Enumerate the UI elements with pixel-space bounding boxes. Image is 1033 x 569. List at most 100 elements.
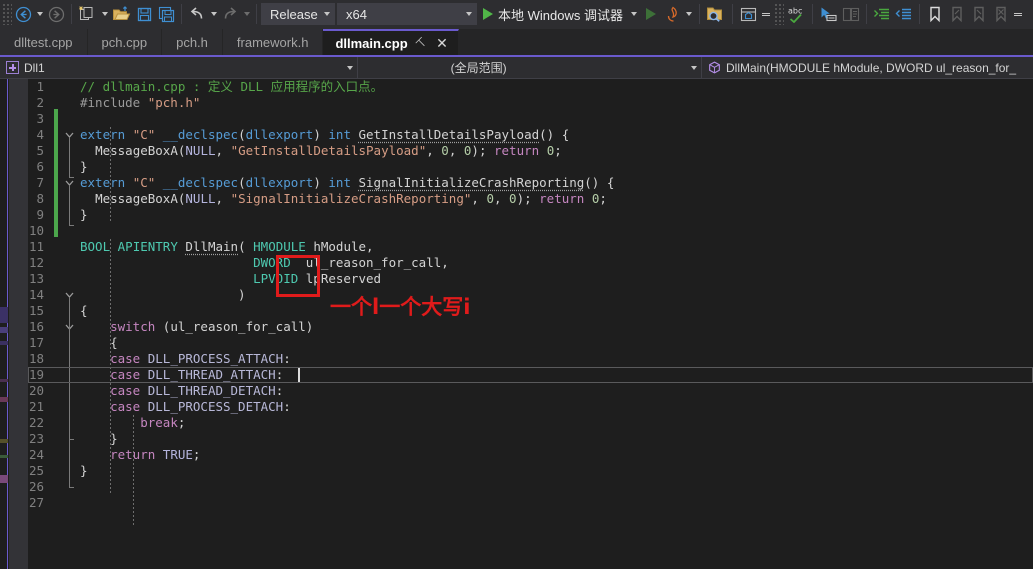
code-line[interactable]: 20 case DLL_THREAD_DETACH: xyxy=(28,383,1033,399)
back-arrow-icon xyxy=(15,6,31,22)
save-button[interactable] xyxy=(133,2,155,26)
previous-bookmark-button[interactable] xyxy=(946,2,968,26)
decrease-indent-button[interactable] xyxy=(893,2,915,26)
undo-button[interactable] xyxy=(186,2,208,26)
start-debugging-dropdown[interactable] xyxy=(629,2,640,26)
hot-reload-dropdown[interactable] xyxy=(684,2,695,26)
undo-dropdown[interactable] xyxy=(208,2,219,26)
code-line-text: extern "C" __declspec(dllexport) int Get… xyxy=(80,127,570,142)
code-line[interactable]: 18 case DLL_PROCESS_ATTACH: xyxy=(28,351,1033,367)
code-line[interactable]: 3 xyxy=(28,111,1033,127)
tab-dllmain-cpp[interactable]: dllmain.cpp ⊢ ✕ xyxy=(323,29,459,55)
code-line-text: MessageBoxA(NULL, "GetInstallDetailsPayl… xyxy=(95,143,562,158)
code-line[interactable]: 24 return TRUE; xyxy=(28,447,1033,463)
code-line[interactable]: 22 break; xyxy=(28,415,1033,431)
symbol-selector[interactable]: DllMain(HMODULE hModule, DWORD ul_reason… xyxy=(702,57,1033,78)
clear-bookmarks-button[interactable] xyxy=(990,2,1012,26)
main-toolbar: Release x64 本地 Windows 调试器 abc xyxy=(0,0,1033,29)
pointer-select-button[interactable] xyxy=(817,2,840,26)
hot-reload-button[interactable] xyxy=(662,2,684,26)
compare-files-icon xyxy=(842,7,860,21)
solution-configuration-combo[interactable]: Release xyxy=(261,3,335,25)
next-bookmark-button[interactable] xyxy=(968,2,990,26)
line-number: 3 xyxy=(36,111,44,126)
navigate-forward-button[interactable] xyxy=(45,2,67,26)
code-line-text: MessageBoxA(NULL, "SignalInitializeCrash… xyxy=(95,191,607,206)
code-line[interactable]: 16 switch (ul_reason_for_call) xyxy=(28,319,1033,335)
tab-label: pch.h xyxy=(176,34,208,50)
spell-check-button[interactable]: abc xyxy=(784,2,808,26)
code-editor[interactable]: 1 // dllmain.cpp : 定义 DLL 应用程序的入口点。 2 #incl… xyxy=(0,79,1033,569)
code-line[interactable]: 17 { xyxy=(28,335,1033,351)
redo-button[interactable] xyxy=(219,2,241,26)
code-line[interactable]: 25} xyxy=(28,463,1033,479)
code-line-text: extern "C" __declspec(dllexport) int Sig… xyxy=(80,175,615,190)
chevron-down-icon[interactable] xyxy=(685,65,697,70)
chevron-down-icon xyxy=(466,12,472,16)
tab-pch-h[interactable]: pch.h xyxy=(162,29,223,55)
line-number: 24 xyxy=(28,447,44,462)
toolbar-grip[interactable] xyxy=(773,3,784,25)
code-line[interactable]: 9} xyxy=(28,207,1033,223)
start-debugging-button[interactable]: 本地 Windows 调试器 xyxy=(479,2,629,26)
code-line[interactable]: 4 extern "C" __declspec(dllexport) int Ge… xyxy=(28,127,1033,143)
solution-explorer-search-button[interactable] xyxy=(704,2,728,26)
code-line[interactable]: 14 ) xyxy=(28,287,1033,303)
code-line-text: } xyxy=(80,159,88,174)
code-line-text: case DLL_THREAD_DETACH: xyxy=(110,383,284,398)
tab-dlltest-cpp[interactable]: dlltest.cpp xyxy=(0,29,88,55)
navigate-backward-button[interactable] xyxy=(12,2,34,26)
code-line[interactable]: 26 xyxy=(28,479,1033,495)
new-item-dropdown[interactable] xyxy=(99,2,110,26)
code-line[interactable]: 6} xyxy=(28,159,1033,175)
code-line[interactable]: 10 xyxy=(28,223,1033,239)
open-file-button[interactable] xyxy=(110,2,133,26)
code-line-text: case DLL_PROCESS_ATTACH: xyxy=(110,351,291,366)
start-without-debugging-button[interactable] xyxy=(640,2,662,26)
code-line[interactable]: 2 #include "pch.h" xyxy=(28,95,1033,111)
tab-framework-h[interactable]: framework.h xyxy=(222,29,324,55)
compare-files-button[interactable] xyxy=(840,2,862,26)
chevron-down-icon[interactable] xyxy=(341,65,353,70)
toolbar-overflow-button[interactable] xyxy=(1012,2,1024,26)
code-line[interactable]: 15 { xyxy=(28,303,1033,319)
increase-indent-button[interactable] xyxy=(871,2,893,26)
save-all-button[interactable] xyxy=(155,2,177,26)
code-line[interactable]: 5 MessageBoxA(NULL, "GetInstallDetailsPa… xyxy=(28,143,1033,159)
window-layout-button[interactable] xyxy=(737,2,760,26)
line-number: 22 xyxy=(28,415,44,430)
project-selector[interactable]: Dll1 xyxy=(0,57,358,78)
tab-pch-cpp[interactable]: pch.cpp xyxy=(87,29,163,55)
toolbar-grip[interactable] xyxy=(2,3,12,25)
pointer-select-icon xyxy=(821,7,837,21)
play-icon xyxy=(483,8,493,20)
code-line[interactable]: 13 LPVOID lpReserved xyxy=(28,271,1033,287)
close-tab-icon[interactable]: ✕ xyxy=(434,35,450,52)
new-item-button[interactable] xyxy=(76,2,99,26)
code-line[interactable]: 23 } xyxy=(28,431,1033,447)
code-line[interactable]: 27 xyxy=(28,495,1033,511)
pin-tab-icon[interactable]: ⊢ xyxy=(412,34,429,51)
code-line-text: LPVOID lpReserved xyxy=(253,271,382,286)
project-icon xyxy=(6,61,19,74)
redo-dropdown[interactable] xyxy=(241,2,252,26)
scope-selector[interactable]: (全局范围) xyxy=(358,57,702,78)
text-caret xyxy=(298,368,300,382)
code-line[interactable]: 1 // dllmain.cpp : 定义 DLL 应用程序的入口点。 xyxy=(28,79,1033,95)
navigate-backward-dropdown[interactable] xyxy=(34,2,45,26)
line-number: 5 xyxy=(36,143,44,158)
hot-reload-icon xyxy=(667,6,677,22)
code-line[interactable]: 8 MessageBoxA(NULL, "SignalInitializeCra… xyxy=(28,191,1033,207)
window-layout-overflow[interactable] xyxy=(760,2,772,26)
code-line[interactable]: 7 extern "C" __declspec(dllexport) int Si… xyxy=(28,175,1033,191)
toolbar-separator xyxy=(731,4,733,24)
code-line[interactable]: 12 DWORD ul_reason_for_call, xyxy=(28,255,1033,271)
code-line[interactable]: 21 case DLL_PROCESS_DETACH: xyxy=(28,399,1033,415)
solution-platform-combo[interactable]: x64 xyxy=(337,3,477,25)
code-text-surface[interactable]: 1 // dllmain.cpp : 定义 DLL 应用程序的入口点。 2 #incl… xyxy=(28,79,1033,569)
code-line-text: case DLL_THREAD_ATTACH: xyxy=(110,367,284,382)
toggle-bookmark-button[interactable] xyxy=(924,2,946,26)
code-line[interactable]: 19 case DLL_THREAD_ATTACH: xyxy=(28,367,1033,383)
line-number: 18 xyxy=(28,351,44,366)
code-line[interactable]: 11 BOOL APIENTRY DllMain( HMODULE hModule… xyxy=(28,239,1033,255)
